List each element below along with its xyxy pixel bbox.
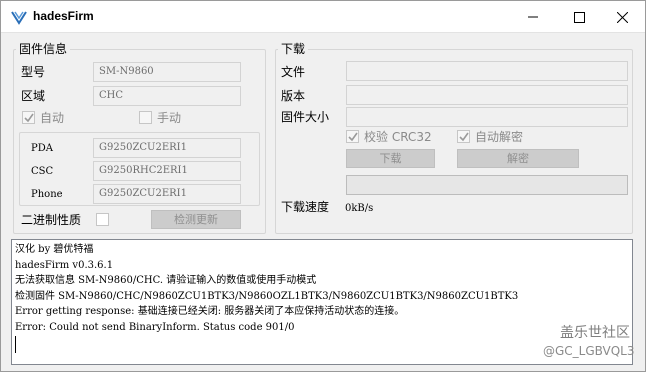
log-line: hadesFirm v0.3.6.1 bbox=[15, 259, 114, 271]
region-label: 区域 bbox=[21, 89, 46, 103]
maximize-button[interactable] bbox=[556, 1, 602, 33]
app-window: hadesFirm 固件信息 型号 SM-N9860 区域 CHC 自动 手动 … bbox=[0, 0, 646, 372]
watermark-text: 盖乐世社区 bbox=[560, 325, 630, 341]
log-line: 无法获取信息 SM-N9860/CHC. 请验证输入的数值或使用手动模式 bbox=[15, 275, 317, 286]
version-field[interactable] bbox=[346, 85, 628, 105]
title-bar[interactable]: hadesFirm bbox=[1, 1, 645, 33]
model-field[interactable]: SM-N9860 bbox=[93, 62, 241, 82]
checkmark-icon bbox=[459, 132, 469, 142]
minimize-button[interactable] bbox=[510, 1, 556, 33]
pda-label: PDA bbox=[31, 143, 53, 154]
window-title: hadesFirm bbox=[33, 9, 94, 23]
binary-nature-checkbox[interactable] bbox=[96, 213, 109, 226]
model-label: 型号 bbox=[21, 65, 46, 79]
phone-label: Phone bbox=[31, 189, 63, 200]
log-line: Error getting response: 基础连接已经关闭: 服务器关闭了… bbox=[15, 306, 405, 317]
version-label: 版本 bbox=[281, 89, 306, 103]
auto-decrypt-checkbox[interactable] bbox=[457, 130, 470, 143]
download-speed-label: 下载速度 bbox=[281, 200, 330, 214]
checkmark-icon bbox=[348, 132, 358, 142]
binary-nature-label: 二进制性质 bbox=[21, 213, 82, 227]
size-label: 固件大小 bbox=[281, 110, 330, 124]
check-update-button[interactable]: 检测更新 bbox=[151, 210, 241, 229]
size-field[interactable] bbox=[346, 107, 628, 127]
csc-label: CSC bbox=[31, 166, 54, 177]
manual-checkbox[interactable] bbox=[139, 111, 152, 124]
app-logo-icon bbox=[11, 11, 27, 25]
download-progress-bar bbox=[346, 175, 628, 195]
file-label: 文件 bbox=[281, 65, 306, 79]
watermark-handle: @GC_LGBVQL3 bbox=[543, 344, 635, 358]
auto-label: 自动 bbox=[40, 111, 65, 125]
close-icon bbox=[616, 11, 628, 23]
file-field[interactable] bbox=[346, 61, 628, 81]
region-field[interactable]: CHC bbox=[93, 86, 241, 106]
maximize-icon bbox=[573, 11, 585, 23]
log-textarea[interactable]: 汉化 by 碧优特福 hadesFirm v0.3.6.1 无法获取信息 SM-… bbox=[11, 239, 633, 365]
download-speed-value: 0kB/s bbox=[345, 203, 374, 214]
checkmark-icon bbox=[24, 113, 34, 123]
auto-checkbox[interactable] bbox=[22, 111, 35, 124]
decrypt-button[interactable]: 解密 bbox=[457, 149, 579, 168]
text-caret bbox=[15, 336, 16, 353]
auto-decrypt-label: 自动解密 bbox=[475, 130, 524, 144]
manual-label: 手动 bbox=[157, 111, 182, 125]
download-legend: 下载 bbox=[278, 41, 309, 57]
pda-field[interactable]: G9250ZCU2ERI1 bbox=[93, 138, 241, 158]
log-line: Error: Could not send BinaryInform. Stat… bbox=[15, 321, 295, 333]
close-button[interactable] bbox=[599, 1, 645, 33]
verify-crc-label: 校验 CRC32 bbox=[364, 130, 432, 144]
firmware-info-legend: 固件信息 bbox=[16, 41, 71, 57]
log-line: 汉化 by 碧优特福 bbox=[15, 244, 94, 255]
phone-field[interactable]: G9250ZCU2ERI1 bbox=[93, 184, 241, 204]
download-button[interactable]: 下载 bbox=[346, 149, 435, 168]
log-line: 检测固件 SM-N9860/CHC/N9860ZCU1BTK3/N9860OZL… bbox=[15, 290, 519, 302]
csc-field[interactable]: G9250RHC2ERI1 bbox=[93, 161, 241, 181]
verify-crc-checkbox[interactable] bbox=[346, 130, 359, 143]
minimize-icon bbox=[528, 16, 538, 18]
